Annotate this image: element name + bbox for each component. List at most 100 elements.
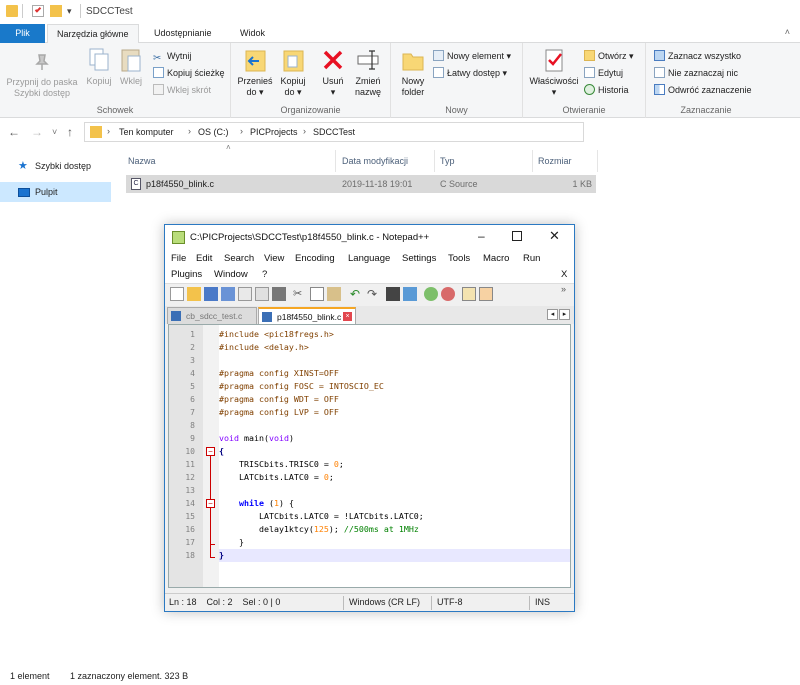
toolbar-overflow-icon[interactable]: »	[561, 284, 575, 298]
close-document-button[interactable]: X	[561, 269, 567, 280]
breadcrumb-drive[interactable]: OS (C:)	[198, 127, 229, 137]
easy-access-button[interactable]: Łatwy dostęp ▾	[433, 66, 507, 80]
line-number: 14	[185, 499, 195, 508]
recent-locations-icon[interactable]: ˅	[52, 127, 57, 137]
breadcrumb-separator-icon[interactable]: ›	[107, 126, 110, 136]
close-file-icon[interactable]	[238, 287, 252, 301]
close-icon[interactable]: ✕	[549, 228, 560, 244]
new-item-button[interactable]: Nowy element ▾	[433, 49, 511, 63]
copy-icon[interactable]	[310, 287, 324, 301]
undo-icon[interactable]: ↶	[348, 287, 362, 301]
column-header-size[interactable]: Rozmiar	[534, 150, 598, 172]
properties-button[interactable]: Właściwości ▾	[528, 47, 580, 98]
zoom-in-icon[interactable]	[424, 287, 438, 301]
open-file-icon[interactable]	[187, 287, 201, 301]
column-header-name[interactable]: Nazwa	[124, 150, 336, 172]
minimize-icon[interactable]: –	[478, 229, 485, 243]
menu-run[interactable]: Run	[523, 253, 540, 264]
breadcrumb-separator-icon[interactable]: ›	[303, 126, 306, 136]
rename-button[interactable]: Zmień nazwę	[351, 47, 385, 98]
menu-language[interactable]: Language	[348, 253, 390, 264]
copy-button[interactable]: Kopiuj	[84, 47, 114, 87]
cursor-position: Ln : 18 Col : 2 Sel : 0 | 0	[169, 597, 281, 607]
tab-share[interactable]: Udostępnianie	[145, 24, 221, 43]
breadcrumb-separator-icon[interactable]: ›	[188, 126, 191, 136]
menu-tools[interactable]: Tools	[448, 253, 470, 264]
properties-quick-icon[interactable]	[32, 5, 44, 17]
desktop-icon	[18, 188, 30, 197]
paste-shortcut-button[interactable]: Wklej skrót	[153, 83, 211, 97]
edit-button[interactable]: Edytuj	[584, 66, 623, 80]
menu-settings[interactable]: Settings	[402, 253, 436, 264]
menu-file[interactable]: File	[171, 253, 186, 264]
tab-scroll-left-icon[interactable]: ◂	[547, 309, 558, 320]
tab-close-icon[interactable]: ×	[343, 312, 352, 321]
history-button[interactable]: Historia	[584, 83, 629, 97]
breadcrumb[interactable]: › Ten komputer › OS (C:) › PICProjects ›…	[84, 122, 584, 142]
ribbon-collapse-icon[interactable]: ˄	[785, 27, 790, 37]
pin-quick-access-button[interactable]: Przypnij do paska Szybki dostęp	[4, 47, 80, 99]
fold-collapse-icon[interactable]: −	[206, 447, 215, 456]
column-header-type[interactable]: Typ	[436, 150, 533, 172]
tab-scroll-right-icon[interactable]: ▸	[559, 309, 570, 320]
save-all-icon[interactable]	[221, 287, 235, 301]
code-editor[interactable]: 1 2 3 4 5 6 7 8 9 10 11 12 13 14 15 16 1…	[168, 324, 571, 588]
menu-window[interactable]: Window	[214, 269, 248, 280]
tab-p18f4550-blink[interactable]: p18f4550_blink.c ×	[258, 307, 356, 324]
maximize-icon[interactable]	[512, 231, 522, 241]
print-icon[interactable]	[272, 287, 286, 301]
tab-view[interactable]: Widok	[231, 24, 274, 43]
tab-file[interactable]: Plik	[0, 24, 45, 43]
breadcrumb-separator-icon[interactable]: ›	[240, 126, 243, 136]
line-number: 7	[190, 408, 195, 417]
new-folder-button[interactable]: Nowy folder	[396, 47, 430, 98]
new-file-icon[interactable]	[170, 287, 184, 301]
code-line: #pragma config XINST=OFF	[219, 368, 339, 378]
find-icon[interactable]	[386, 287, 400, 301]
forward-arrow-icon[interactable]: →	[31, 125, 43, 139]
up-arrow-icon[interactable]: ↑	[67, 125, 73, 139]
save-icon[interactable]	[204, 287, 218, 301]
paste-button[interactable]: Wklej	[116, 47, 146, 87]
select-none-button[interactable]: Nie zaznaczaj nic	[654, 66, 738, 80]
copy-path-button[interactable]: Kopiuj ścieżkę	[153, 66, 225, 80]
copy-to-button[interactable]: Kopiuj do ▾	[277, 47, 309, 98]
close-all-icon[interactable]	[255, 287, 269, 301]
select-all-button[interactable]: Zaznacz wszystko	[654, 49, 741, 63]
zoom-out-icon[interactable]	[441, 287, 455, 301]
quick-access-dropdown-icon[interactable]: ▾	[67, 6, 79, 18]
menu-plugins[interactable]: Plugins	[171, 269, 202, 280]
menu-encoding[interactable]: Encoding	[295, 253, 335, 264]
word-wrap-icon[interactable]	[479, 287, 493, 301]
file-row[interactable]: C p18f4550_blink.c 2019-11-18 19:01 C So…	[126, 175, 596, 193]
insert-mode[interactable]: INS	[535, 597, 550, 607]
cut-button[interactable]: ✂ Wytnij	[153, 49, 191, 64]
encoding[interactable]: UTF-8	[437, 597, 463, 607]
eol-format[interactable]: Windows (CR LF)	[349, 597, 420, 607]
invert-selection-button[interactable]: Odwróć zaznaczenie	[654, 83, 752, 97]
tab-cb-sdcc-test[interactable]: cb_sdcc_test.c	[167, 307, 257, 324]
column-header-modified[interactable]: Data modyfikacji	[338, 150, 435, 172]
menu-view[interactable]: View	[264, 253, 284, 264]
sync-scroll-icon[interactable]	[462, 287, 476, 301]
breadcrumb-sdcctest[interactable]: SDCCTest	[313, 127, 355, 137]
menu-macro[interactable]: Macro	[483, 253, 509, 264]
open-button[interactable]: Otwórz ▾	[584, 49, 634, 63]
new-folder-quick-icon[interactable]	[50, 5, 62, 17]
breadcrumb-picprojects[interactable]: PICProjects	[250, 127, 298, 137]
move-to-button[interactable]: Przenieś do ▾	[237, 47, 273, 98]
fold-collapse-icon[interactable]: −	[206, 499, 215, 508]
breadcrumb-this-pc[interactable]: Ten komputer	[119, 127, 174, 137]
tab-home[interactable]: Narzędzia główne	[47, 24, 139, 44]
paste-icon[interactable]	[327, 287, 341, 301]
replace-icon[interactable]	[403, 287, 417, 301]
back-arrow-icon[interactable]: ←	[8, 125, 20, 139]
menu-edit[interactable]: Edit	[196, 253, 212, 264]
nav-quick-access[interactable]: ★ Szybki dostęp	[0, 156, 111, 176]
cut-icon[interactable]: ✂	[293, 287, 307, 301]
nav-desktop[interactable]: Pulpit	[0, 182, 111, 202]
menu-help[interactable]: ?	[262, 269, 267, 280]
redo-icon[interactable]: ↷	[365, 287, 379, 301]
menu-search[interactable]: Search	[224, 253, 254, 264]
delete-button[interactable]: Usuń ▾	[319, 47, 347, 98]
